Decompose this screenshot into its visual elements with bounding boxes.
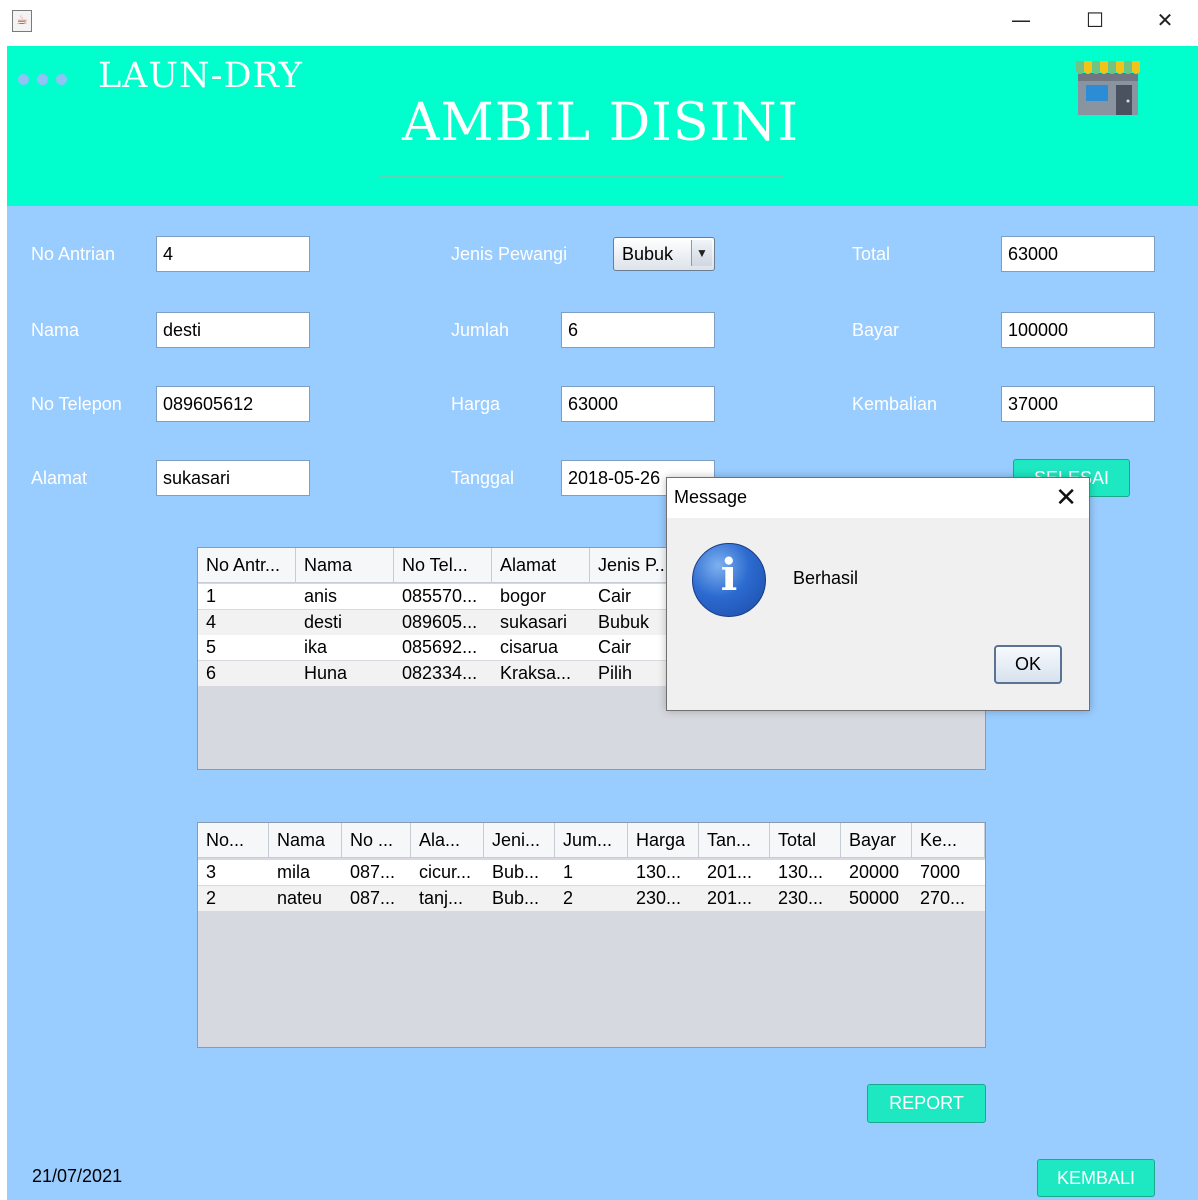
kembalian-field[interactable]: 37000	[1001, 386, 1155, 422]
chevron-down-icon[interactable]: ▼	[691, 240, 712, 266]
java-app-icon: ☕	[12, 10, 32, 32]
info-icon: i	[692, 543, 766, 617]
table-cell: 6	[206, 663, 217, 684]
heading-underline	[380, 176, 783, 178]
table-cell: 130...	[636, 862, 682, 882]
total-field[interactable]: 63000	[1001, 236, 1155, 272]
table-cell: sukasari	[500, 611, 568, 632]
bayar-label: Bayar	[852, 320, 900, 340]
column-header[interactable]: No ...	[342, 823, 411, 857]
message-dialog: Message ✕ i Berhasil OK	[666, 477, 1090, 711]
column-header[interactable]: No...	[198, 823, 269, 857]
table-cell: 270...	[920, 887, 966, 908]
table-cell: nateu	[277, 887, 323, 908]
no-telepon-field[interactable]: 089605612	[156, 386, 310, 422]
column-header[interactable]: Ke...	[912, 823, 985, 857]
no-antrian-field[interactable]: 4	[156, 236, 310, 272]
table-cell: Bub...	[492, 887, 540, 908]
table-cell: 082334...	[402, 663, 478, 684]
total-label: Total	[852, 244, 891, 264]
column-header[interactable]: Nama	[296, 548, 394, 582]
no-antrian-label: No Antrian	[31, 244, 116, 264]
table-cell: 087...	[350, 862, 396, 882]
column-header[interactable]: Tan...	[699, 823, 770, 857]
column-header[interactable]: Total	[770, 823, 841, 857]
maximize-button[interactable]: ☐	[1072, 0, 1118, 42]
minimize-button[interactable]: —	[998, 0, 1044, 42]
kembali-button[interactable]: KEMBALI	[1037, 1159, 1155, 1197]
table-cell: 1	[563, 862, 574, 882]
jumlah-label: Jumlah	[451, 320, 510, 340]
table-cell: 5	[206, 637, 217, 658]
page-heading: AMBIL DISINI	[402, 93, 800, 153]
close-window-button[interactable]: ✕	[1142, 0, 1188, 42]
table-cell: 201...	[707, 862, 753, 882]
table-cell: Huna	[304, 663, 348, 684]
column-header[interactable]: Jum...	[555, 823, 628, 857]
alamat-label: Alamat	[31, 468, 88, 488]
table-cell: 4	[206, 611, 217, 632]
column-header[interactable]: Ala...	[411, 823, 484, 857]
table-row[interactable]: 2 nateu 087... tanj... Bub... 2 230... 201... 23…	[198, 885, 985, 911]
bayar-field[interactable]: 100000	[1001, 312, 1155, 348]
table-cell: desti	[304, 611, 343, 632]
table-cell: ika	[304, 637, 328, 658]
table-cell: 230...	[778, 887, 824, 908]
table-cell: cicur...	[419, 862, 472, 882]
table-cell: 20000	[849, 862, 900, 882]
table-cell: Bub...	[492, 862, 540, 882]
table-cell: 50000	[849, 887, 900, 908]
no-telepon-label: No Telepon	[31, 394, 122, 414]
nama-label: Nama	[31, 320, 80, 340]
table-cell: 089605...	[402, 611, 478, 632]
kembalian-label: Kembalian	[852, 394, 938, 414]
table-cell: 085692...	[402, 637, 478, 658]
dialog-titlebar: Message ✕	[667, 478, 1089, 518]
column-header[interactable]: Jeni...	[484, 823, 555, 857]
store-icon	[1076, 61, 1140, 115]
brand-dots	[18, 70, 75, 85]
harga-label: Harga	[451, 394, 501, 414]
dialog-title: Message	[674, 487, 748, 507]
alamat-field[interactable]: sukasari	[156, 460, 310, 496]
table-cell: 087...	[350, 887, 396, 908]
column-header[interactable]: Bayar	[841, 823, 912, 857]
nama-field[interactable]: desti	[156, 312, 310, 348]
table-cell: 130...	[778, 862, 824, 882]
table-cell: mila	[277, 862, 311, 882]
table-cell: 201...	[707, 887, 753, 908]
table-cell: 2	[206, 887, 217, 908]
table-cell: anis	[304, 586, 338, 606]
harga-field[interactable]: 63000	[561, 386, 715, 422]
table-cell: 2	[563, 887, 574, 908]
dialog-close-button[interactable]: ✕	[1055, 483, 1077, 513]
column-header[interactable]: Harga	[628, 823, 699, 857]
table-cell: bogor	[500, 586, 547, 606]
table-row[interactable]: 3 mila 087... cicur... Bub... 1 130... 201... 13…	[198, 860, 985, 885]
jenis-pewangi-value: Bubuk	[622, 244, 674, 264]
ok-button[interactable]: OK	[994, 645, 1062, 684]
jenis-pewangi-label: Jenis Pewangi	[451, 244, 568, 264]
table-cell: 230...	[636, 887, 682, 908]
table-cell: 3	[206, 862, 217, 882]
table-cell: 1	[206, 586, 217, 606]
tanggal-label: Tanggal	[451, 468, 515, 488]
done-table[interactable]: No... Nama No ... Ala... Jeni... Jum... Harga T…	[197, 822, 986, 1048]
current-date: 21/07/2021	[32, 1166, 123, 1186]
column-header[interactable]: Alamat	[492, 548, 590, 582]
table-cell: 7000	[920, 862, 961, 882]
table-cell: Kraksa...	[500, 663, 572, 684]
done-table-header: No... Nama No ... Ala... Jeni... Jum... Harga T…	[198, 823, 985, 858]
jumlah-field[interactable]: 6	[561, 312, 715, 348]
column-header[interactable]: No Antr...	[198, 548, 296, 582]
column-header[interactable]: No Tel...	[394, 548, 492, 582]
table-cell: 085570...	[402, 586, 478, 606]
brand-title: LAUN-DRY	[98, 56, 303, 96]
table-cell: tanj...	[419, 887, 464, 908]
jenis-pewangi-select[interactable]: Bubuk ▼	[613, 237, 715, 271]
column-header[interactable]: Nama	[269, 823, 342, 857]
table-cell: cisarua	[500, 637, 559, 658]
report-button[interactable]: REPORT	[867, 1084, 986, 1123]
dialog-message: Berhasil	[793, 568, 859, 588]
